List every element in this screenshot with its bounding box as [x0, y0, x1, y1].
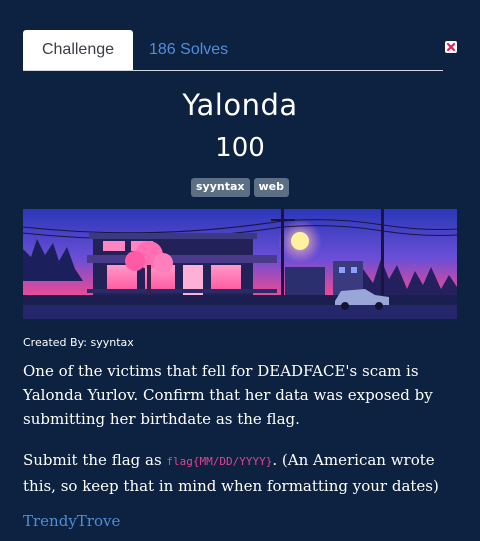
tag-badge: syyntax	[191, 178, 250, 197]
challenge-tags: syyntax web	[0, 178, 480, 197]
challenge-modal: Challenge 186 Solves Yalonda 100 syyntax…	[0, 0, 480, 541]
close-button[interactable]	[445, 41, 457, 53]
trendytrove-link[interactable]: TrendyTrove	[23, 512, 120, 530]
storefront-image	[23, 209, 457, 319]
challenge-tabs: Challenge 186 Solves	[23, 30, 443, 71]
challenge-title: Yalonda	[182, 88, 298, 122]
tab-solves[interactable]: 186 Solves	[149, 30, 228, 70]
flag-format: flag{MM/DD/YYYY}	[166, 455, 273, 468]
challenge-description: One of the victims that fell for DEADFAC…	[23, 362, 433, 428]
challenge-points: 100	[215, 133, 265, 163]
flag-instructions: Submit the flag as flag{MM/DD/YYYY}. (An…	[23, 448, 463, 498]
flag-instructions-prefix: Submit the flag as	[23, 451, 167, 469]
tab-challenge[interactable]: Challenge	[23, 30, 133, 70]
tag-badge: web	[253, 178, 289, 197]
created-by: Created By: syyntax	[23, 336, 134, 349]
close-icon	[446, 42, 456, 52]
